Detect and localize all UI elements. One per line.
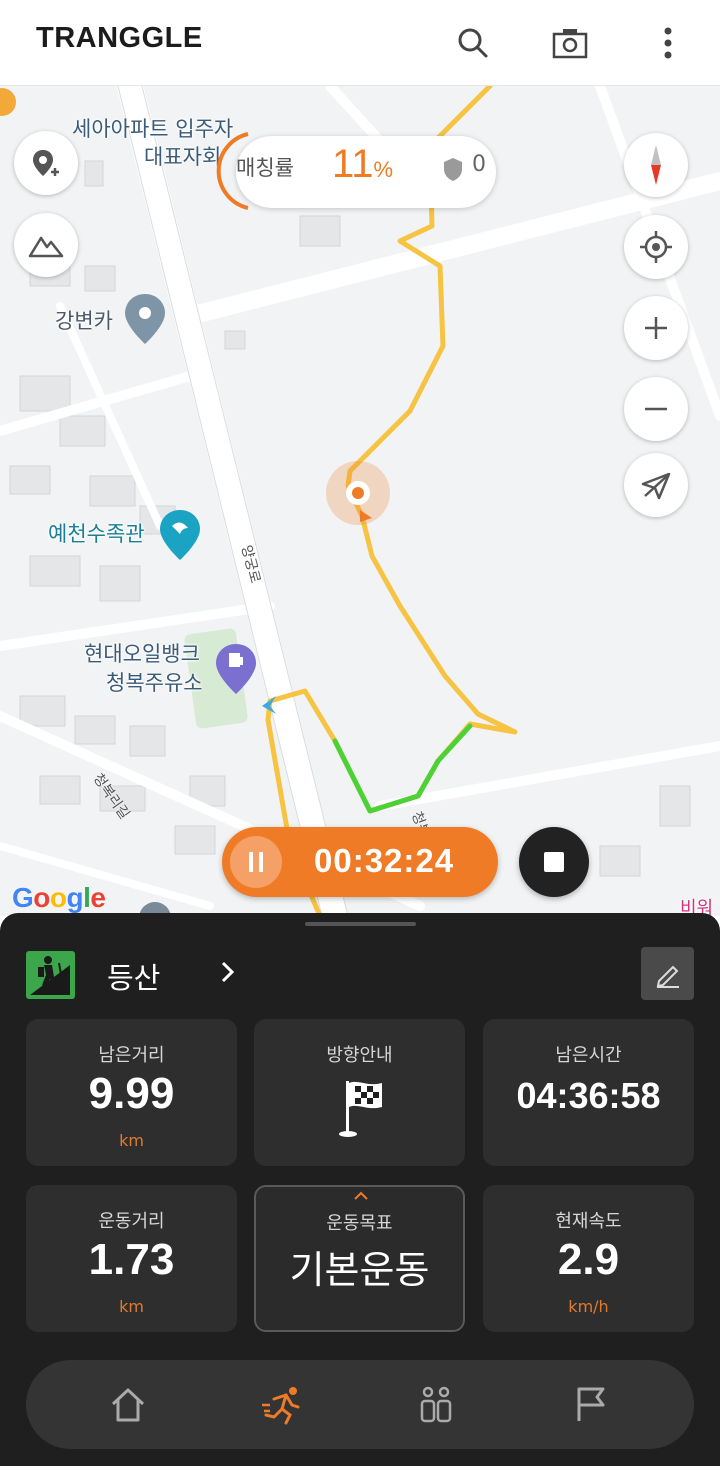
checkered-flag-icon [339,1081,382,1137]
compass-icon [651,145,661,185]
mountain-icon [28,236,64,258]
record-timer: 00:32:24 [222,827,498,897]
card-title: 현재속도 [555,1211,622,1232]
card-unit: km/h [568,1297,609,1316]
nav-exercise[interactable] [255,1378,309,1432]
matching-rate-widget: 매칭률 11% 0 [214,130,502,212]
map-pin-icon [125,294,165,344]
search-button[interactable] [448,18,498,68]
remaining-distance-card[interactable]: 남은거리 9.99 km [26,1019,237,1166]
terrain-button[interactable] [14,213,78,277]
map-label-apartment: 세아아파트 입주자 [72,117,234,141]
people-icon [420,1386,452,1423]
remaining-time-card[interactable]: 남은시간 04:36:58 [483,1019,694,1166]
activity-name[interactable]: 등산 [107,955,160,997]
stop-button[interactable] [519,827,589,897]
exercise-goal-card[interactable]: 운동목표 기본운동 [254,1185,465,1332]
edit-button[interactable] [641,947,694,1000]
stop-icon [544,852,564,872]
home-icon [111,1388,145,1422]
camera-button[interactable] [545,18,595,68]
card-title: 방향안내 [326,1045,393,1066]
zoom-out-button[interactable] [624,377,688,441]
card-title: 운동거리 [98,1211,165,1232]
navigation-off-button[interactable] [624,453,688,517]
shield-count: 0 [472,152,486,177]
chevron-up-icon [354,1191,368,1200]
map-label-gas-station-1: 현대오일뱅크 [84,642,200,666]
exercise-distance-card[interactable]: 운동거리 1.73 km [26,1185,237,1332]
map-view[interactable]: 세아아파트 입주자 대표자회 강변카 예천수족관 현대오일뱅크 청복주유소 양궁… [0,86,720,916]
direction-guide-card[interactable]: 방향안내 [254,1019,465,1166]
nav-home[interactable] [101,1378,155,1432]
compass-button[interactable] [624,133,688,197]
card-title: 남은시간 [555,1045,622,1066]
panel-handle[interactable] [305,922,416,926]
crosshair-icon [640,231,672,263]
matching-label: 매칭률 [236,156,294,180]
matching-value: 11% [332,142,394,186]
flag-icon [577,1387,605,1421]
map-label-aquarium: 예천수족관 [48,522,145,546]
more-vertical-icon [664,27,672,59]
add-pin-icon [33,150,59,176]
map-label-apartment-2: 대표자회 [144,145,222,169]
locate-button[interactable] [624,215,688,279]
card-unit: km [119,1297,144,1316]
camera-icon [552,29,588,59]
card-value: 04:36:58 [516,1075,661,1116]
card-title: 남은거리 [98,1045,165,1066]
card-value: 1.73 [88,1235,175,1284]
pause-button[interactable] [230,836,282,888]
app-logo: TRANGGLE [36,22,203,54]
stats-panel: 등산 남은거리 9.99 km 방향안내 남은시간 04:36:58 운동거리 … [0,913,720,1466]
pencil-icon [656,965,679,988]
google-attribution: Google [12,882,106,913]
app-header: TRANGGLE [0,0,720,86]
shield-icon [444,158,462,181]
navigation-off-icon [641,472,671,500]
current-speed-card[interactable]: 현재속도 2.9 km/h [483,1185,694,1332]
card-title: 운동목표 [326,1213,393,1234]
search-icon [458,28,488,58]
pause-icon [249,852,263,872]
map-label-gangbyeonka: 강변카 [55,309,113,333]
add-poi-button[interactable] [14,131,78,195]
elapsed-time: 00:32:24 [314,842,455,879]
card-value: 9.99 [88,1069,175,1118]
zoom-in-button[interactable] [624,296,688,360]
plus-icon [645,317,667,339]
running-icon [262,1387,300,1425]
card-unit: km [119,1131,144,1150]
bottom-navigation [26,1360,694,1449]
hiking-icon [26,951,75,999]
nav-people[interactable] [409,1378,463,1432]
card-value: 기본운동 [289,1248,430,1292]
more-button[interactable] [643,18,693,68]
chevron-right-icon[interactable] [214,959,240,985]
card-value: 2.9 [557,1235,620,1284]
minus-icon [645,407,667,411]
nav-flag[interactable] [564,1378,618,1432]
map-label-gas-station-2: 청복주유소 [106,671,203,695]
